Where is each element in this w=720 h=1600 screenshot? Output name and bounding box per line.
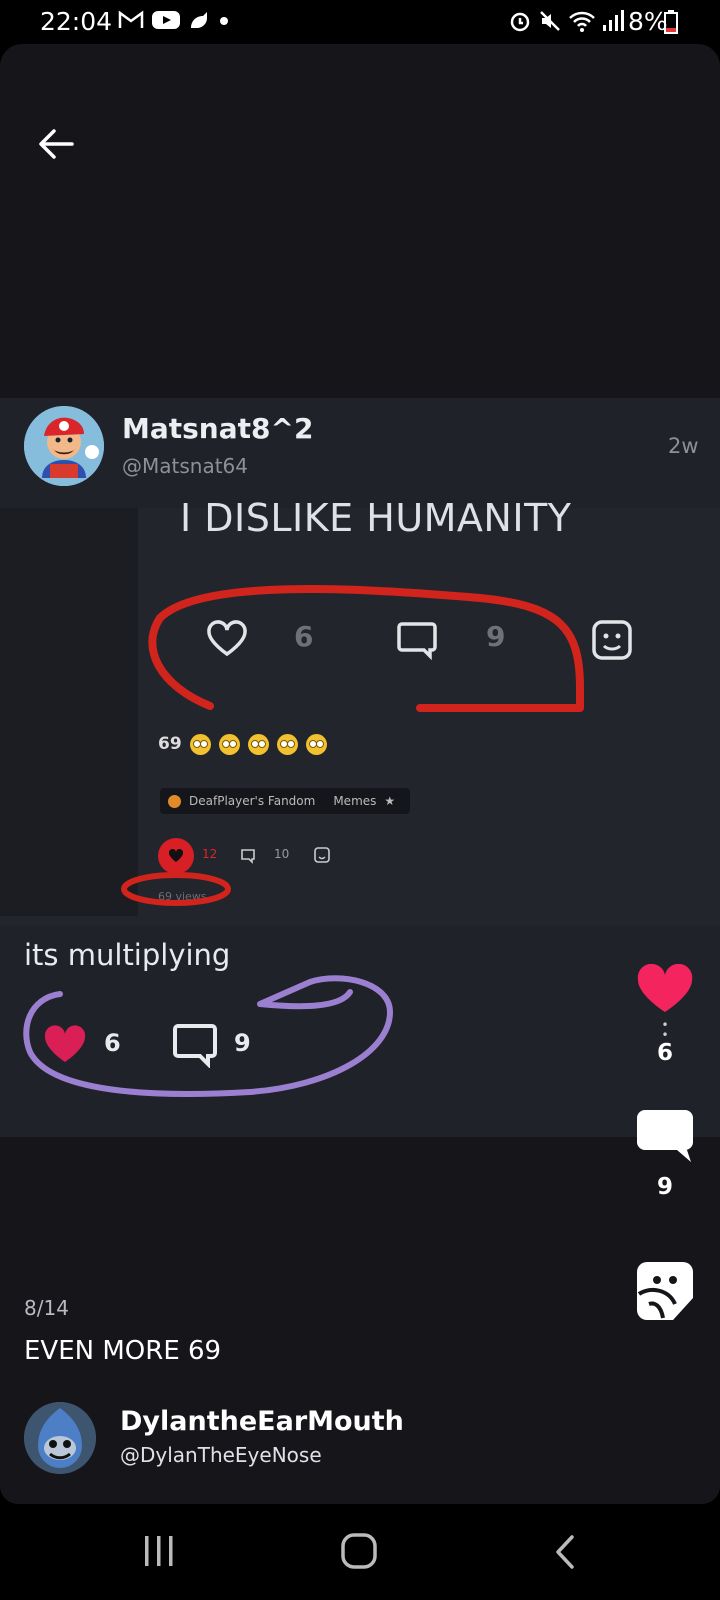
side-comment-count: 9 (656, 1174, 673, 1200)
app-notification-icon (191, 12, 207, 28)
post-caption: its multiplying (24, 938, 231, 972)
signal-icon (603, 10, 624, 31)
battery-icon (664, 10, 678, 34)
battery-percent: 8% (628, 7, 668, 36)
author-avatar[interactable] (24, 406, 104, 486)
dot-icon (220, 17, 228, 25)
gmail-icon (118, 10, 144, 28)
status-time: 22:04 (40, 7, 113, 36)
comment-icon (637, 1110, 693, 1162)
album-title: EVEN MORE 69 (24, 1336, 222, 1366)
embedded-screenshot: I DISLIKE HUMANITY 6 9 69 DeafPlayer's F… (0, 496, 720, 926)
sticker-icon (637, 1262, 693, 1320)
notification-icons (118, 10, 230, 30)
side-like-count: 6 (656, 1040, 673, 1066)
home-icon[interactable] (340, 1532, 378, 1570)
page-counter: 8/14 (24, 1296, 69, 1320)
side-comment-button[interactable]: 9 (630, 1108, 700, 1200)
lancer-avatar-icon (24, 1402, 96, 1474)
album-viewer: Matsnat8^2 @Matsnat64 2w I DISLIKE HUMAN… (0, 44, 720, 1504)
heart-icon (637, 963, 693, 1012)
system-nav-bar (0, 1504, 720, 1600)
mute-icon (540, 11, 560, 31)
author-name[interactable]: Matsnat8^2 (122, 412, 313, 445)
post-image[interactable]: Matsnat8^2 @Matsnat64 2w I DISLIKE HUMAN… (0, 398, 720, 1137)
side-sticker-button[interactable] (630, 1260, 700, 1326)
mario-avatar-icon (24, 406, 104, 486)
status-bar: 22:04 8% (0, 0, 720, 44)
alarm-icon (510, 12, 530, 32)
recent-apps-icon[interactable] (142, 1534, 176, 1568)
system-icons (508, 9, 624, 33)
more-dots-icon: • • (661, 1018, 669, 1042)
author-handle: @Matsnat64 (122, 454, 248, 478)
poster-handle: @DylanTheEyeNose (120, 1443, 322, 1467)
side-like-button[interactable]: • • 6 (630, 963, 700, 1066)
post-age: 2w (668, 434, 699, 458)
poster-avatar[interactable] (24, 1402, 96, 1474)
back-arrow-icon[interactable] (36, 124, 76, 164)
poster-name[interactable]: DylantheEarMouth (120, 1406, 404, 1437)
red-scribble-outline (121, 585, 584, 906)
wifi-icon (569, 11, 595, 32)
nav-back-icon[interactable] (552, 1534, 578, 1570)
purple-scribble-outline (23, 975, 393, 1097)
youtube-icon (152, 11, 180, 29)
